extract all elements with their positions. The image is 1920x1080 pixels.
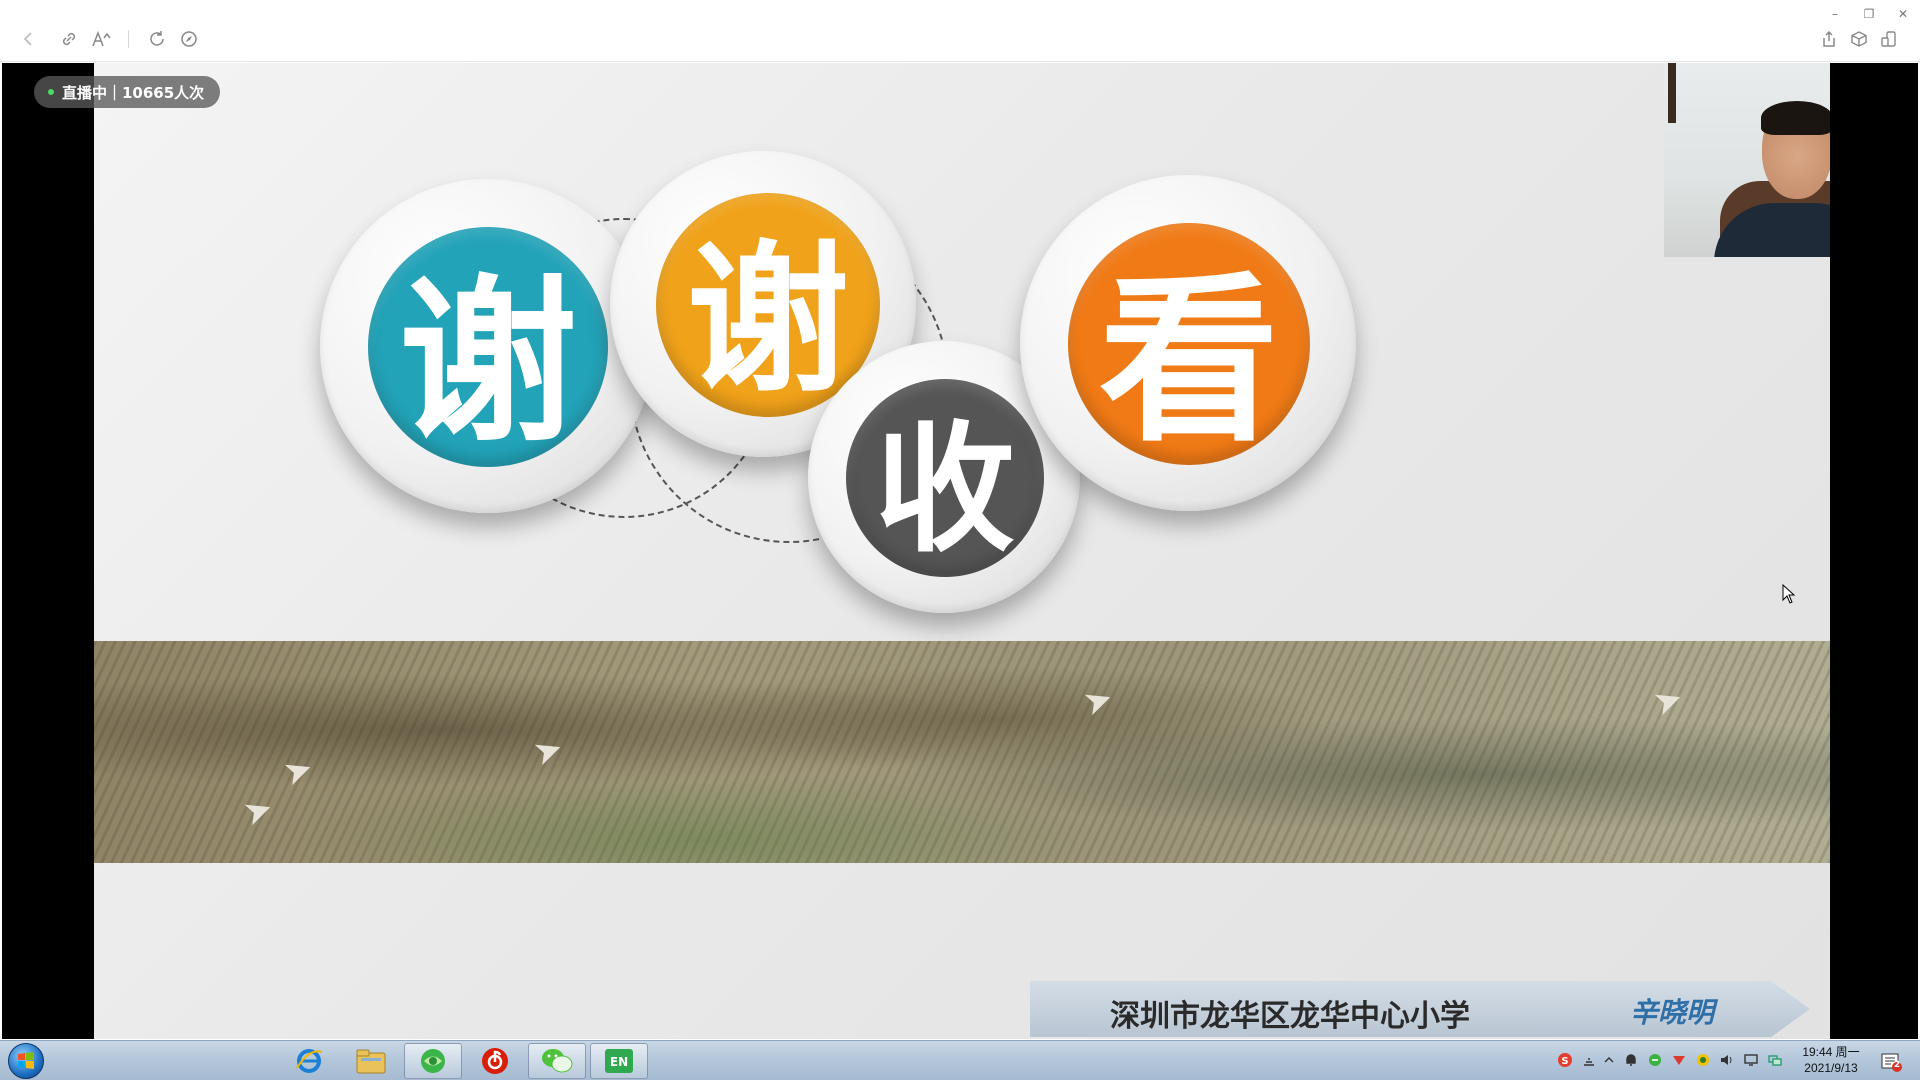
- bird-icon: ➤: [528, 727, 569, 775]
- bell-icon[interactable]: [1622, 1051, 1640, 1069]
- video-player[interactable]: 直播中｜10665人次 谢 谢 收 看 ➤ ➤ ➤ ➤ ➤ 深圳市龙华区龙华中心…: [2, 63, 1918, 1039]
- cube-icon[interactable]: [1846, 26, 1872, 52]
- action-center-icon[interactable]: 2: [1880, 1049, 1902, 1073]
- presenter-hair: [1761, 101, 1830, 135]
- painting-background: ➤ ➤ ➤ ➤ ➤: [94, 641, 1830, 863]
- browser-toolbar: – ❐ ✕: [0, 0, 1920, 62]
- green-status-icon[interactable]: [1646, 1051, 1664, 1069]
- bird-icon: ➤: [238, 787, 279, 835]
- netease-music-icon[interactable]: [466, 1043, 524, 1079]
- clock-time: 19:44 周一: [1802, 1045, 1860, 1059]
- name-banner: 深圳市龙华区龙华中心小学 辛晓明: [1030, 981, 1810, 1037]
- watch-char-orange: 看: [1068, 223, 1310, 466]
- network-status-icon[interactable]: [1766, 1051, 1784, 1069]
- en-app-icon[interactable]: EN: [590, 1043, 648, 1079]
- display-icon[interactable]: [1742, 1051, 1760, 1069]
- font-icon[interactable]: [88, 26, 114, 52]
- restore-button[interactable]: ❐: [1858, 4, 1880, 24]
- refresh-icon[interactable]: [144, 26, 170, 52]
- internet-explorer-icon[interactable]: [280, 1043, 338, 1079]
- security-icon[interactable]: [1694, 1051, 1712, 1069]
- compass-icon[interactable]: [176, 26, 202, 52]
- system-clock[interactable]: 19:44 周一 2021/9/13: [1792, 1044, 1870, 1076]
- windows-logo-icon: [18, 1052, 34, 1069]
- webcam-overlay[interactable]: [1664, 63, 1830, 257]
- live-viewer-count: 直播中｜10665人次: [62, 83, 205, 102]
- picture-frame: [1668, 63, 1676, 123]
- phone-icon[interactable]: [1876, 26, 1902, 52]
- live-dot-icon: [48, 89, 54, 95]
- show-hidden-icons[interactable]: [1600, 1051, 1618, 1069]
- share-icon[interactable]: [1816, 26, 1842, 52]
- browser-icon[interactable]: [404, 1043, 462, 1079]
- presentation-slide: 谢 谢 收 看 ➤ ➤ ➤ ➤ ➤ 深圳市龙华区龙华中心小学 辛晓明: [94, 63, 1830, 1039]
- live-status-badge: 直播中｜10665人次: [34, 76, 221, 108]
- wechat-icon[interactable]: [528, 1043, 586, 1079]
- mouse-cursor-icon: [1782, 584, 1796, 604]
- bird-icon: ➤: [1648, 677, 1689, 725]
- back-icon[interactable]: [16, 26, 42, 52]
- svg-text:EN: EN: [610, 1055, 628, 1069]
- sogou-input-icon[interactable]: S: [1556, 1051, 1574, 1069]
- bird-icon: ➤: [1078, 677, 1119, 725]
- volume-icon[interactable]: [1718, 1051, 1736, 1069]
- minimize-button[interactable]: –: [1824, 4, 1846, 24]
- start-button[interactable]: [8, 1043, 44, 1079]
- receive-char-gray: 收: [846, 379, 1044, 577]
- notification-count: 2: [1893, 1060, 1901, 1070]
- toolbar-separator: [128, 30, 129, 48]
- network-icon[interactable]: [1580, 1051, 1598, 1069]
- shield-icon[interactable]: [1670, 1051, 1688, 1069]
- windows-taskbar: EN S 19:44 周一 2021/9/13 2: [0, 1040, 1920, 1080]
- teacher-name: 辛晓明: [1630, 996, 1715, 1029]
- file-explorer-icon[interactable]: [342, 1043, 400, 1079]
- svg-text:S: S: [1561, 1056, 1568, 1067]
- bird-icon: ➤: [278, 747, 319, 795]
- school-name: 深圳市龙华区龙华中心小学: [1110, 999, 1470, 1034]
- close-button[interactable]: ✕: [1892, 4, 1914, 24]
- link-icon[interactable]: [56, 26, 82, 52]
- clock-date: 2021/9/13: [1804, 1061, 1858, 1075]
- thanks-char-teal: 谢: [368, 227, 608, 467]
